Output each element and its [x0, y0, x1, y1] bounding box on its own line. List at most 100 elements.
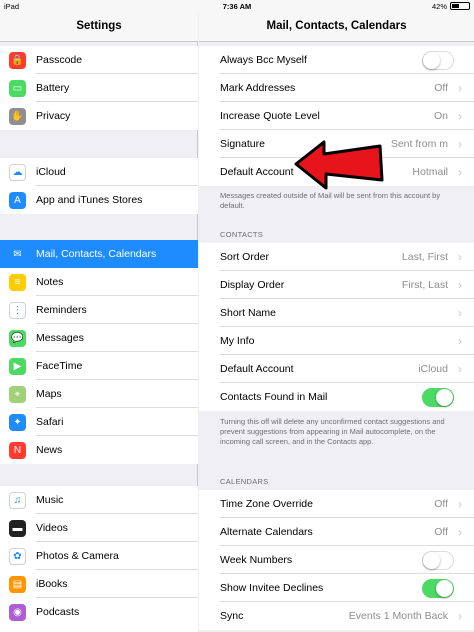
sidebar-item-label: Podcasts — [36, 606, 80, 618]
privacy-hand-icon: ✋ — [9, 107, 26, 125]
row-label: Time Zone Override — [220, 498, 313, 510]
sidebar-item-label: Reminders — [36, 304, 87, 316]
safari-icon: ✦ — [9, 413, 26, 431]
sidebar-item-reminders[interactable]: ⋮ Reminders — [0, 296, 198, 324]
sync-row[interactable]: Sync Events 1 Month Back › — [199, 602, 474, 630]
chevron-right-icon: › — [458, 497, 462, 511]
contacts-section-header: CONTACTS — [220, 230, 264, 239]
chevron-right-icon: › — [458, 609, 462, 623]
row-value: Events 1 Month Back — [348, 610, 448, 622]
chevron-right-icon: › — [458, 81, 462, 95]
sidebar-item-battery[interactable]: ▭ Battery — [0, 74, 198, 102]
contacts-default-account-row[interactable]: Default Account iCloud › — [199, 355, 474, 383]
notes-icon: ≡ — [9, 273, 26, 291]
row-value: iCloud — [418, 363, 448, 375]
toggle-knob — [423, 551, 440, 569]
row-value: On — [433, 110, 448, 122]
row-label: Default Account — [220, 363, 294, 375]
display-order-row[interactable]: Display Order First, Last › — [199, 271, 474, 299]
my-info-row[interactable]: My Info › — [199, 327, 474, 355]
sidebar-item-label: FaceTime — [36, 360, 83, 372]
passcode-icon: 🔒 — [9, 51, 26, 69]
sidebar-item-news[interactable]: N News — [0, 436, 198, 464]
sidebar-item-app-and-itunes-stores[interactable]: A App and iTunes Stores — [0, 186, 198, 214]
sidebar-item-maps[interactable]: ⌖ Maps — [0, 380, 198, 408]
default-account-footnote: Messages created outside of Mail will be… — [220, 191, 441, 210]
sidebar-item-label: Maps — [36, 388, 62, 400]
sidebar-item-label: Notes — [36, 276, 64, 288]
podcasts-icon: ◉ — [9, 603, 26, 621]
sidebar-item-label: Videos — [36, 522, 68, 534]
pane-title: Mail, Contacts, Calendars — [199, 12, 474, 42]
invitee-declines-row: Show Invitee Declines — [199, 574, 474, 602]
settings-title: Settings — [0, 12, 198, 42]
sidebar-item-label: App and iTunes Stores — [36, 194, 143, 206]
sidebar-item-ibooks[interactable]: ▤ iBooks — [0, 570, 198, 598]
row-label: My Info — [220, 335, 255, 347]
icloud-icon: ☁ — [9, 163, 26, 181]
sidebar-item-label: News — [36, 444, 63, 456]
row-value: Off — [434, 82, 448, 94]
facetime-icon: ▶ — [9, 357, 26, 375]
sidebar-item-label: iBooks — [36, 578, 68, 590]
status-bar: iPad 7:36 AM 42% — [0, 0, 474, 12]
week-numbers-row: Week Numbers — [199, 546, 474, 574]
alternate-calendars-row[interactable]: Alternate Calendars Off › — [199, 518, 474, 546]
sidebar-item-videos[interactable]: ▬ Videos — [0, 514, 198, 542]
chevron-right-icon: › — [458, 334, 462, 348]
mark-addresses-row[interactable]: Mark Addresses Off › — [199, 74, 474, 102]
sidebar-item-privacy[interactable]: ✋ Privacy — [0, 102, 198, 130]
sidebar-item-label: Battery — [36, 82, 70, 94]
chevron-right-icon: › — [458, 109, 462, 123]
short-name-row[interactable]: Short Name › — [199, 299, 474, 327]
contacts-found-in-mail-toggle[interactable] — [422, 387, 454, 407]
sidebar-item-safari[interactable]: ✦ Safari — [0, 408, 198, 436]
sidebar-item-label: Privacy — [36, 110, 71, 122]
ibooks-icon: ▤ — [9, 575, 26, 593]
sidebar-item-label: Photos & Camera — [36, 550, 119, 562]
music-icon: ♫ — [9, 491, 26, 509]
row-value: Off — [434, 498, 448, 510]
settings-sidebar[interactable]: Settings 🔒 Passcode ▭ Battery ✋ Privacy ☁ iClou… — [0, 12, 198, 632]
row-value: Hotmail — [412, 166, 448, 178]
row-value: First, Last — [401, 279, 448, 291]
always-bcc-toggle[interactable] — [422, 50, 454, 70]
battery-icon: ▭ — [9, 79, 26, 97]
chevron-right-icon: › — [458, 165, 462, 179]
sidebar-item-label: Messages — [36, 332, 84, 344]
time-zone-override-row[interactable]: Time Zone Override Off › — [199, 490, 474, 518]
sort-order-row[interactable]: Sort Order Last, First › — [199, 243, 474, 271]
sidebar-item-podcasts[interactable]: ◉ Podcasts — [0, 598, 198, 626]
increase-quote-row[interactable]: Increase Quote Level On › — [199, 102, 474, 130]
row-label: Signature — [220, 138, 265, 150]
row-label: Display Order — [220, 279, 285, 291]
sidebar-item-messages[interactable]: 💬 Messages — [0, 324, 198, 352]
toggle-knob — [436, 388, 453, 406]
sidebar-item-photos-camera[interactable]: ✿ Photos & Camera — [0, 542, 198, 570]
mail-contacts-calendars-pane[interactable]: Mail, Contacts, Calendars Always Bcc Mys… — [199, 12, 474, 632]
sidebar-item-icloud[interactable]: ☁ iCloud — [0, 158, 198, 186]
row-value: Off — [434, 526, 448, 538]
row-label: Increase Quote Level — [220, 110, 320, 122]
calendars-section-header: CALENDARS — [220, 477, 269, 486]
mail-icon: ✉ — [9, 245, 26, 263]
red-arrow-annotation-icon — [294, 140, 384, 190]
sidebar-item-notes[interactable]: ≡ Notes — [0, 268, 198, 296]
maps-icon: ⌖ — [9, 385, 26, 403]
sidebar-item-game-center[interactable]: ●Game Center — [0, 626, 198, 632]
row-label: Sort Order — [220, 251, 270, 263]
chevron-right-icon: › — [458, 278, 462, 292]
row-label: Default Account — [220, 166, 294, 178]
sidebar-item-mail-contacts-calendars[interactable]: ✉ Mail, Contacts, Calendars — [0, 240, 198, 268]
week-numbers-toggle[interactable] — [422, 550, 454, 570]
sidebar-item-passcode[interactable]: 🔒 Passcode — [0, 46, 198, 74]
messages-icon: 💬 — [9, 329, 26, 347]
invitee-declines-toggle[interactable] — [422, 578, 454, 598]
sidebar-item-facetime[interactable]: ▶ FaceTime — [0, 352, 198, 380]
battery-status: 42% — [432, 2, 470, 11]
row-value: Last, First — [401, 251, 448, 263]
row-label: Sync — [220, 610, 244, 622]
sidebar-item-music[interactable]: ♫ Music — [0, 486, 198, 514]
chevron-right-icon: › — [458, 525, 462, 539]
row-label: Alternate Calendars — [220, 526, 313, 538]
